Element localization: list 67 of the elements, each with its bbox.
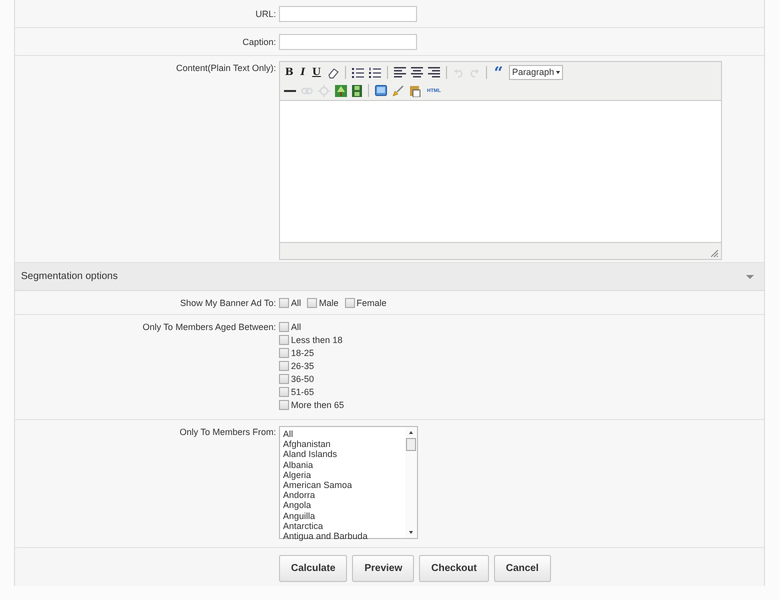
caret-icon (556, 71, 560, 74)
brush-icon[interactable] (392, 84, 404, 96)
checkbox-label: 36-50 (291, 372, 314, 384)
checkbox-label: 18-25 (291, 346, 314, 358)
country-option[interactable]: Anguilla (283, 510, 402, 521)
bold-button[interactable]: B (284, 66, 294, 78)
country-option[interactable]: Angola (283, 500, 402, 511)
caret-icon[interactable] (746, 274, 754, 278)
field-label: Caption: (241, 36, 276, 48)
checkbox-label: Less then 18 (291, 334, 343, 346)
country-option[interactable]: Afghanistan (283, 439, 402, 450)
country-option[interactable]: Aland Islands (283, 449, 402, 460)
align-center-icon[interactable] (410, 67, 423, 78)
section-header[interactable]: Segmentation options (15, 263, 764, 291)
checkbox[interactable] (344, 298, 355, 308)
action-button[interactable]: Checkout (419, 555, 489, 582)
country-list-box[interactable]: All Afghanistan Aland Islands Albania Algeria American Samoa Andorra Angola Anguilla Antarctica Antigua and Barbuda (279, 426, 418, 539)
country-option[interactable]: Antarctica (283, 520, 402, 532)
checkbox[interactable] (307, 298, 318, 308)
country-option[interactable]: Andorra (283, 490, 402, 500)
country-option[interactable]: American Samoa (283, 480, 402, 490)
text-input[interactable] (279, 34, 417, 50)
country-option[interactable]: Antigua and Barbuda (283, 531, 402, 542)
numbered-list-icon[interactable] (368, 66, 381, 78)
resize-handle-icon[interactable] (711, 250, 718, 257)
checkbox-label: All (291, 320, 302, 332)
field-label: Show My Banner Ad To: (179, 296, 276, 308)
text-input[interactable] (279, 6, 417, 22)
checkbox-label: Female (356, 296, 387, 308)
checkbox[interactable] (279, 298, 289, 308)
monitor-icon[interactable] (375, 85, 387, 96)
checkbox-label: More then 65 (291, 398, 344, 410)
italic-button[interactable]: I (299, 66, 306, 78)
field-label: Only To Members From: (178, 426, 276, 438)
format-select[interactable]: Paragraph (509, 65, 564, 80)
clipboard-icon[interactable] (409, 84, 421, 96)
action-button[interactable]: Preview (352, 555, 414, 582)
field-label: Only To Members Aged Between: (142, 321, 276, 333)
action-button[interactable]: Calculate (279, 555, 348, 582)
country-option[interactable]: All (283, 429, 402, 440)
film-strip-icon[interactable] (352, 84, 362, 96)
checkbox[interactable] (279, 322, 289, 332)
align-right-icon[interactable] (428, 67, 440, 78)
checkbox[interactable] (279, 348, 289, 358)
align-left-icon[interactable] (394, 67, 406, 78)
checkbox-label: Male (319, 296, 339, 308)
field-label: Content(Plain Text Only): (175, 62, 276, 74)
checkbox[interactable] (279, 334, 289, 344)
checkbox-label: 51-65 (291, 386, 314, 398)
underline-button[interactable]: U (311, 66, 322, 78)
eraser-icon[interactable] (326, 66, 339, 78)
checkbox[interactable] (279, 386, 289, 396)
checkbox-label: All (291, 296, 302, 308)
scrollbar[interactable] (405, 427, 417, 538)
field-label: URL: (254, 8, 276, 20)
bullet-list-icon[interactable] (352, 66, 364, 78)
checkbox[interactable] (279, 374, 289, 384)
checkbox[interactable] (279, 400, 289, 410)
horizontal-rule-icon[interactable] (284, 88, 296, 92)
tree-picture-icon[interactable] (335, 84, 347, 96)
section-title: Segmentation options (21, 271, 118, 282)
country-option[interactable]: Albania (283, 460, 402, 470)
quote-button[interactable]: “ (492, 66, 504, 78)
country-option[interactable]: Algeria (283, 470, 402, 480)
action-button[interactable]: Cancel (494, 555, 551, 582)
checkbox[interactable] (279, 360, 289, 370)
checkbox-label: 26-35 (291, 360, 314, 372)
